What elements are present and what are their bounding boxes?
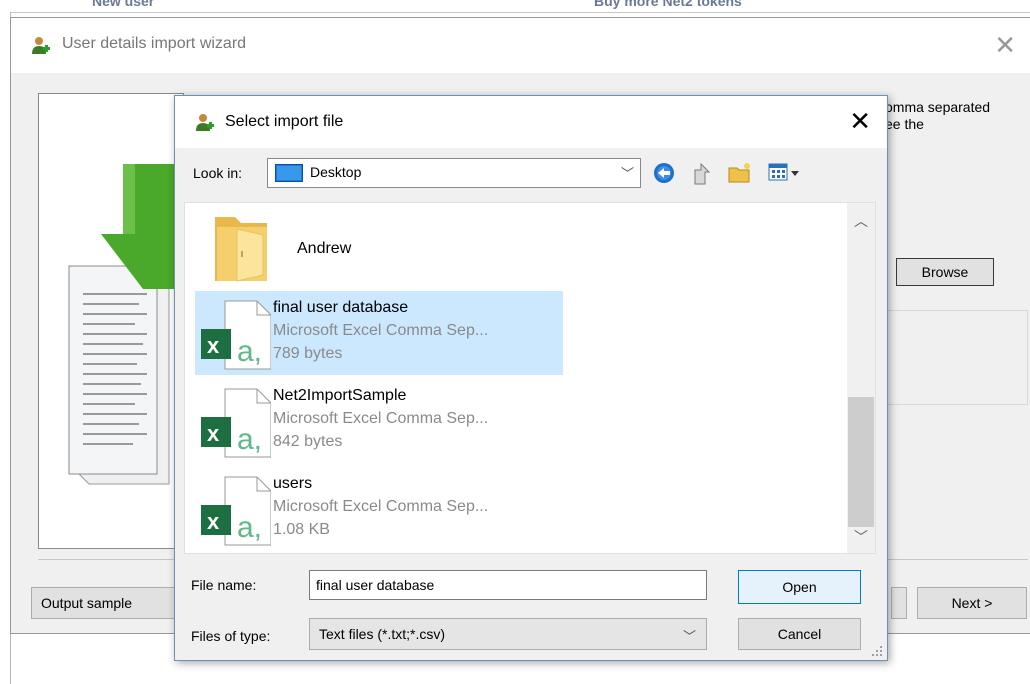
wizard-close-button[interactable]: ✕ bbox=[994, 30, 1016, 60]
next-button[interactable]: Next > bbox=[917, 587, 1027, 619]
file-name: final user database bbox=[273, 299, 409, 316]
background-app-header: New user Buy more Net2 tokens bbox=[0, 0, 1030, 13]
browse-button[interactable]: Browse bbox=[896, 258, 994, 286]
file-type: Microsoft Excel Comma Sep... bbox=[273, 322, 489, 339]
dialog-titlebar: Select import file ✕ bbox=[175, 96, 887, 148]
file-list-scrollbar[interactable]: ︿ ﹀ bbox=[847, 203, 875, 553]
chevron-down-icon: ﹀ bbox=[682, 629, 696, 644]
user-import-icon bbox=[196, 114, 214, 131]
file-size: 789 bytes bbox=[273, 345, 343, 362]
desktop-folder-icon bbox=[275, 164, 303, 182]
resize-grip-icon[interactable] bbox=[871, 645, 883, 657]
look-in-label: Look in: bbox=[193, 165, 243, 181]
list-item-file[interactable]: x a, Net2ImportSample Microsoft Excel Co… bbox=[195, 379, 563, 463]
scroll-up-icon[interactable]: ︿ bbox=[847, 211, 875, 231]
svg-text:x: x bbox=[207, 421, 220, 446]
folder-name: Andrew bbox=[297, 240, 352, 257]
excel-csv-icon: x a, bbox=[201, 300, 271, 370]
cancel-button[interactable]: Cancel bbox=[738, 618, 861, 650]
back-icon[interactable] bbox=[651, 160, 677, 186]
file-type: Microsoft Excel Comma Sep... bbox=[273, 498, 489, 515]
file-list[interactable]: Andrew x a, final user database Microsof… bbox=[184, 202, 876, 554]
wizard-description: omma separated ee the bbox=[885, 99, 991, 132]
svg-text:a,: a, bbox=[237, 335, 262, 368]
new-folder-icon[interactable] bbox=[727, 160, 753, 186]
file-name-input[interactable] bbox=[309, 570, 707, 600]
look-in-value: Desktop bbox=[310, 164, 362, 180]
scroll-thumb[interactable] bbox=[848, 397, 874, 527]
file-type-label: Files of type: bbox=[191, 628, 271, 644]
open-button[interactable]: Open bbox=[738, 570, 861, 604]
user-import-icon bbox=[32, 37, 50, 54]
chevron-down-icon: ﹀ bbox=[620, 166, 634, 181]
file-name: Net2ImportSample bbox=[273, 387, 407, 404]
folder-icon bbox=[215, 217, 267, 282]
scroll-down-icon[interactable]: ﹀ bbox=[847, 527, 875, 547]
output-sample-button[interactable]: Output sample bbox=[31, 587, 183, 619]
svg-text:a,: a, bbox=[237, 423, 262, 456]
excel-csv-icon: x a, bbox=[201, 388, 271, 458]
look-in-dropdown[interactable]: Desktop ﹀ bbox=[267, 158, 641, 188]
file-size: 842 bytes bbox=[273, 433, 343, 450]
svg-text:a,: a, bbox=[237, 511, 262, 544]
dialog-title: Select import file bbox=[225, 113, 344, 130]
select-import-file-dialog: Select import file ✕ Look in: Desktop ﹀ bbox=[174, 95, 888, 661]
wizard-group-box bbox=[883, 310, 1028, 405]
file-type: Microsoft Excel Comma Sep... bbox=[273, 410, 489, 427]
wizard-titlebar: User details import wizard ✕ bbox=[11, 18, 1030, 73]
list-item-file[interactable]: x a, users Microsoft Excel Comma Sep... … bbox=[195, 467, 563, 551]
wizard-illustration bbox=[38, 93, 184, 549]
background-buy-tokens-link[interactable]: Buy more Net2 tokens bbox=[594, 0, 742, 9]
excel-csv-icon: x a, bbox=[201, 476, 271, 546]
file-name-label: File name: bbox=[191, 577, 257, 593]
wizard-title: User details import wizard bbox=[62, 35, 247, 52]
document-download-icon bbox=[68, 164, 183, 485]
file-type-dropdown[interactable]: Text files (*.txt;*.csv) ﹀ bbox=[309, 618, 707, 650]
list-item-file[interactable]: x a, final user database Microsoft Excel… bbox=[195, 291, 563, 375]
dialog-close-button[interactable]: ✕ bbox=[849, 105, 871, 137]
list-item-folder[interactable]: Andrew bbox=[195, 203, 563, 287]
file-size: 1.08 KB bbox=[273, 521, 330, 538]
view-menu-icon[interactable] bbox=[767, 160, 801, 186]
background-new-user-link[interactable]: New user bbox=[92, 0, 154, 9]
svg-text:x: x bbox=[207, 509, 220, 534]
file-name: users bbox=[273, 475, 313, 492]
file-type-value: Text files (*.txt;*.csv) bbox=[319, 626, 446, 642]
back-button[interactable] bbox=[891, 587, 907, 619]
up-folder-icon[interactable] bbox=[689, 160, 715, 186]
svg-text:x: x bbox=[207, 333, 220, 358]
